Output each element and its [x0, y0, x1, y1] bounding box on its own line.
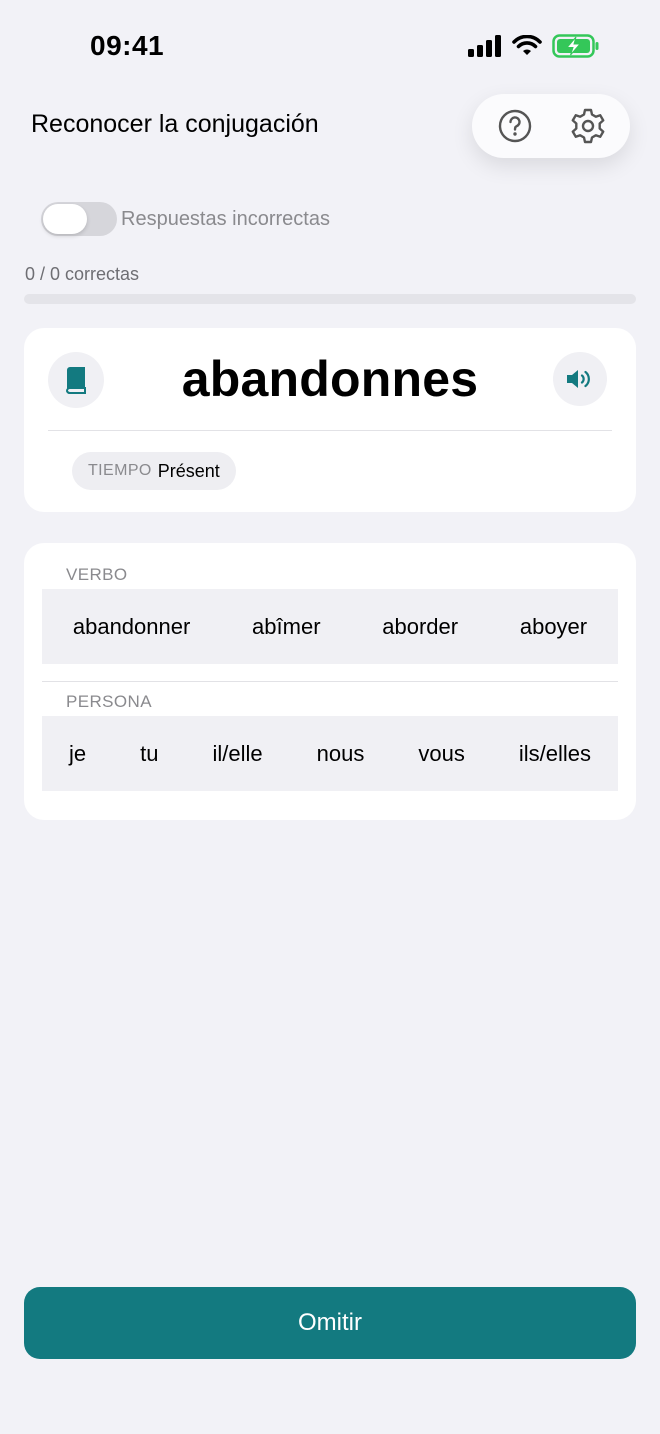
person-options: je tu il/elle nous vous ils/elles [42, 716, 618, 791]
wifi-icon [512, 35, 542, 55]
speaker-icon [567, 370, 590, 388]
person-option[interactable]: tu [136, 735, 162, 773]
verb-option[interactable]: aborder [378, 608, 462, 646]
person-section-label: PERSONA [66, 692, 152, 711]
verb-section-label: VERBO [66, 565, 128, 584]
audio-button[interactable] [553, 352, 607, 406]
verb-option[interactable]: aboyer [516, 608, 591, 646]
tense-badge: TIEMPO Présent [72, 452, 236, 490]
cellular-signal-icon [468, 35, 501, 57]
tense-value: Présent [157, 460, 220, 481]
status-time: 09:41 [90, 30, 165, 61]
person-option[interactable]: nous [313, 735, 369, 773]
omit-button[interactable]: Omitir [24, 1287, 636, 1359]
conjugated-word: abandonnes [181, 351, 479, 407]
tense-key: TIEMPO [88, 462, 152, 479]
header-actions [472, 94, 630, 158]
word-card: abandonnes TIEMPO Présent [24, 328, 636, 512]
person-option[interactable]: ils/elles [515, 735, 595, 773]
help-button[interactable] [493, 104, 537, 148]
incorrect-answers-toggle[interactable] [41, 202, 117, 236]
gear-icon [571, 108, 604, 144]
verb-option[interactable]: abîmer [248, 608, 324, 646]
person-option[interactable]: il/elle [208, 735, 266, 773]
toggle-knob [43, 204, 87, 234]
page-title: Reconocer la conjugación [31, 110, 319, 138]
status-bar: 09:41 [0, 0, 660, 96]
progress-bar [24, 294, 636, 304]
question-circle-icon [498, 109, 531, 143]
toggle-label: Respuestas incorrectas [121, 207, 330, 230]
answer-divider [42, 681, 618, 682]
status-icons [468, 34, 600, 58]
incorrect-answers-toggle-row: Respuestas incorrectas [41, 202, 330, 236]
answer-card: VERBO abandonner abîmer aborder aboyer P… [24, 543, 636, 820]
person-option[interactable]: vous [414, 735, 468, 773]
verb-options: abandonner abîmer aborder aboyer [42, 589, 618, 664]
verb-option[interactable]: abandonner [69, 608, 194, 646]
battery-charging-icon [552, 34, 599, 58]
word-divider [48, 430, 612, 431]
settings-button[interactable] [566, 104, 610, 148]
person-option[interactable]: je [65, 735, 90, 773]
progress-text: 0 / 0 correctas [25, 264, 140, 284]
